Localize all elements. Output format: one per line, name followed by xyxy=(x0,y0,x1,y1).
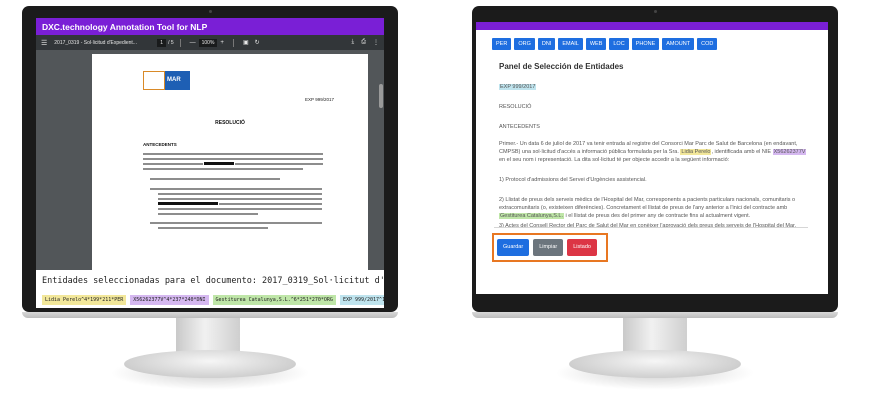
clear-button[interactable]: Limpiar xyxy=(533,239,564,256)
pdf-toolbar: ☰ 2017_0319 - Sol·licitud d'Expedient...… xyxy=(36,35,384,50)
pdf-toolbar-actions: ⤓ ⎙ ⋮ xyxy=(352,39,379,46)
tag-loc-button[interactable]: LOC xyxy=(609,38,629,50)
logo-parc-mark xyxy=(143,71,165,90)
document-subheading: ANTECEDENTS xyxy=(143,142,177,147)
toolbar-divider xyxy=(232,38,234,47)
text-para1-line2: CMPSB) una sol·licitud d'accés a informa… xyxy=(499,149,807,155)
text-line xyxy=(150,188,322,190)
page-number-input[interactable]: 1 xyxy=(157,38,167,47)
selected-entities-label: Entidades seleccionadas para el document… xyxy=(36,270,384,292)
list-button[interactable]: Listado xyxy=(567,239,597,256)
selected-entities-list: Lidia Perelo^4*199*211*PER X56262377V^4*… xyxy=(36,292,384,308)
entity-highlight-per[interactable]: Lidia Perelo xyxy=(680,149,712,155)
text-resolucio: RESOLUCIÓ xyxy=(499,104,532,110)
text-item2-line1: 2) Llistat de preus dels serveis mèdics … xyxy=(499,197,796,203)
text-line xyxy=(158,208,322,210)
text-line xyxy=(150,222,322,224)
tag-email-button[interactable]: EMAIL xyxy=(558,38,583,50)
tag-per-button[interactable]: PER xyxy=(492,38,512,50)
text-line xyxy=(158,198,322,200)
document-heading: RESOLUCIÓ xyxy=(215,120,245,126)
tag-dni-button[interactable]: DNI xyxy=(537,38,556,50)
tag-amount-button[interactable]: AMOUNT xyxy=(662,38,695,50)
text-line xyxy=(158,213,258,215)
more-options-icon[interactable]: ⋮ xyxy=(373,39,379,46)
pdf-viewer[interactable]: MAR EXP 999/2017 RESOLUCIÓ ANTECEDENTS xyxy=(36,50,384,270)
entity-highlight-org[interactable]: Gestiturea Catalunya,S.L. xyxy=(499,213,564,219)
tag-phone-button[interactable]: PHONE xyxy=(631,38,660,50)
logo-mar-mark: MAR xyxy=(165,71,190,90)
text-line xyxy=(150,178,280,180)
panel-title: Panel de Selección de Entidades xyxy=(499,62,624,71)
text-line xyxy=(158,193,322,195)
right-screen: PER ORG DNI EMAIL WEB LOC PHONE AMOUNT C… xyxy=(476,22,828,294)
document-text-area: EXP 999/2017 xyxy=(499,84,537,90)
text-antecedents: ANTECEDENTS xyxy=(499,124,540,130)
zoom-level-input[interactable]: 100% xyxy=(198,38,218,47)
app-title-bar: DXC.technology Annotation Tool for NLP xyxy=(36,18,384,35)
text-line xyxy=(219,203,322,205)
app-header-strip xyxy=(476,22,828,30)
text-line xyxy=(143,153,323,155)
parc-de-salut-mar-logo: MAR xyxy=(143,71,190,90)
left-monitor-camera xyxy=(209,10,212,13)
entity-chip-dni[interactable]: X56262377V^4*237*240*DNI xyxy=(130,295,209,305)
panel-divider xyxy=(494,227,808,228)
left-screen: DXC.technology Annotation Tool for NLP ☰… xyxy=(36,18,384,308)
right-monitor-camera xyxy=(654,10,657,13)
pdf-file-name: 2017_0319 - Sol·licitud d'Expedient... xyxy=(54,39,137,46)
left-monitor-stand-base xyxy=(124,350,296,378)
entity-type-toolbar: PER ORG DNI EMAIL WEB LOC PHONE AMOUNT C… xyxy=(492,38,718,50)
text-line xyxy=(235,163,323,165)
menu-icon[interactable]: ☰ xyxy=(41,39,47,47)
text-fragment: CMPSB) una sol·licitud d'accés a informa… xyxy=(499,149,681,155)
tag-web-button[interactable]: WEB xyxy=(585,38,607,50)
toolbar-divider xyxy=(179,38,181,47)
entity-chip-cod[interactable]: EXP 999/2017^1*1* xyxy=(339,295,384,305)
download-icon[interactable]: ⤓ xyxy=(352,39,355,46)
text-item1: 1) Protocol d'admissions del Servei d'Ur… xyxy=(499,177,647,183)
entity-highlight-cod[interactable]: EXP 999/2017 xyxy=(499,84,537,90)
fit-page-icon[interactable]: ▣ xyxy=(243,39,249,46)
text-fragment: , identificada amb el NIE xyxy=(711,149,773,155)
text-item2-line3: Gestiturea Catalunya,S.L. i el llistat d… xyxy=(499,213,750,219)
zoom-out-icon[interactable]: — xyxy=(190,40,196,46)
redaction-bar xyxy=(158,202,218,205)
entity-chip-org[interactable]: Gestiturea Catalunya,S.L.^6*251*270*ORG xyxy=(212,295,336,305)
pdf-page: MAR EXP 999/2017 RESOLUCIÓ ANTECEDENTS xyxy=(92,54,368,270)
text-para1-line1: Primer.- Un data 6 de juliol de 2017 va … xyxy=(499,141,798,147)
text-line xyxy=(143,163,203,165)
document-reference: EXP 999/2017 xyxy=(305,97,334,102)
entity-chip-per[interactable]: Lidia Perelo^4*199*211*PER xyxy=(42,295,127,305)
text-item2-line2: extracomunitaris (o, existeixen diferènc… xyxy=(499,205,788,211)
tag-cod-button[interactable]: COD xyxy=(697,38,718,50)
text-fragment: i el llistat de preus des del primer any… xyxy=(563,213,751,219)
zoom-in-icon[interactable]: + xyxy=(220,40,224,46)
rotate-icon[interactable]: ↻ xyxy=(255,39,260,46)
right-monitor-stand-base xyxy=(569,350,741,378)
save-button[interactable]: Guardar xyxy=(497,239,530,256)
text-line xyxy=(143,168,303,170)
text-line xyxy=(158,227,268,229)
app-title: DXC.technology Annotation Tool for NLP xyxy=(42,22,208,32)
tag-org-button[interactable]: ORG xyxy=(514,38,535,50)
redaction-bar xyxy=(204,162,234,165)
pdf-scrollbar[interactable] xyxy=(379,84,383,108)
print-icon[interactable]: ⎙ xyxy=(361,39,366,46)
text-line xyxy=(143,158,323,160)
page-total: / 5 xyxy=(168,39,174,46)
entity-highlight-dni[interactable]: X56262377V xyxy=(772,149,807,155)
action-button-group: Guardar Limpiar Listado xyxy=(492,233,608,262)
text-para1-line3: en el seu nom i representació. La dita s… xyxy=(499,157,730,163)
